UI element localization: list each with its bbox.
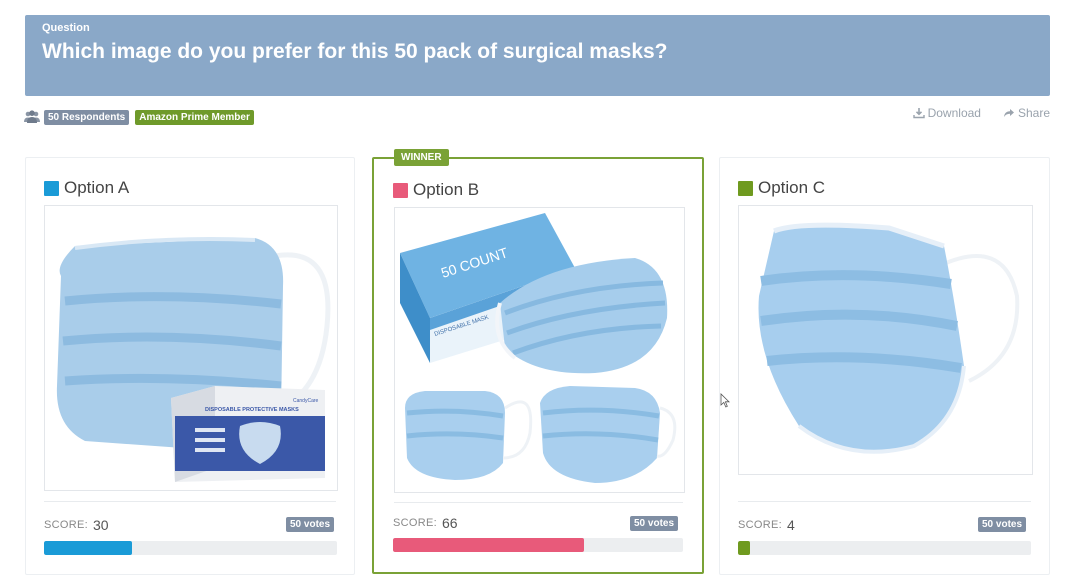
mask-image-c bbox=[739, 206, 1032, 474]
option-color-swatch bbox=[738, 180, 753, 196]
option-name: Option B bbox=[413, 180, 480, 199]
divider bbox=[44, 501, 336, 502]
score-row: SCORE: 66 bbox=[393, 515, 458, 531]
votes-badge: 50 votes bbox=[978, 517, 1027, 532]
score-bar bbox=[393, 538, 683, 552]
share-button[interactable]: Share bbox=[1003, 106, 1050, 120]
divider bbox=[394, 502, 683, 503]
mask-image-b: 50 COUNT DISPOSABLE MASK bbox=[395, 208, 684, 492]
votes-badge: 50 votes bbox=[630, 516, 679, 531]
download-label: Download bbox=[927, 106, 981, 120]
score-bar-fill bbox=[44, 541, 132, 555]
score-label: SCORE: bbox=[44, 519, 88, 531]
votes-badge: 50 votes bbox=[286, 517, 335, 532]
score-value: 30 bbox=[92, 517, 109, 533]
people-icon bbox=[24, 110, 40, 123]
option-title: Option B bbox=[393, 180, 479, 200]
respondents-badge: 50 Respondents bbox=[44, 109, 130, 125]
option-image[interactable]: DISPOSABLE PROTECTIVE MASKS CandyCare bbox=[44, 205, 338, 491]
score-bar bbox=[44, 541, 337, 555]
option-color-swatch bbox=[393, 182, 408, 198]
share-icon bbox=[1003, 109, 1014, 117]
score-row: SCORE: 4 bbox=[738, 517, 795, 533]
score-value: 4 bbox=[786, 517, 795, 533]
mask-image-a: DISPOSABLE PROTECTIVE MASKS CandyCare bbox=[45, 206, 337, 490]
score-row: SCORE: 30 bbox=[44, 517, 109, 533]
actions: Download Share bbox=[891, 106, 1050, 120]
option-card-c[interactable]: Option C SCORE: 4 50 votes bbox=[719, 157, 1050, 575]
share-label: Share bbox=[1017, 106, 1050, 120]
option-name: Option A bbox=[64, 178, 130, 197]
score-bar-fill bbox=[393, 538, 585, 552]
box-brand-text: CandyCare bbox=[293, 398, 319, 404]
winner-tag: WINNER bbox=[394, 149, 449, 166]
audience-badge: Amazon Prime Member bbox=[135, 109, 254, 125]
question-label: Question bbox=[42, 22, 90, 34]
option-card-a[interactable]: Option A DISPOSABLE PROTECTIVE MASKS Can… bbox=[25, 157, 355, 575]
option-color-swatch bbox=[44, 180, 59, 196]
option-image[interactable]: 50 COUNT DISPOSABLE MASK bbox=[394, 207, 685, 493]
question-banner: Question Which image do you prefer for t… bbox=[25, 15, 1050, 96]
meta-row: 50 Respondents Amazon Prime Member bbox=[24, 108, 260, 126]
option-image[interactable] bbox=[738, 205, 1033, 475]
option-card-b[interactable]: WINNER Option B 50 COUNT DISPOSABLE MASK bbox=[372, 149, 704, 574]
divider bbox=[738, 501, 1031, 502]
score-label: SCORE: bbox=[393, 517, 437, 529]
option-title: Option C bbox=[738, 178, 825, 198]
question-text: Which image do you prefer for this 50 pa… bbox=[42, 40, 668, 63]
mouse-cursor-icon bbox=[720, 393, 730, 408]
download-button[interactable]: Download bbox=[912, 106, 981, 120]
download-icon bbox=[912, 108, 925, 119]
score-label: SCORE: bbox=[738, 519, 782, 531]
option-name: Option C bbox=[758, 178, 826, 197]
score-value: 66 bbox=[441, 515, 458, 531]
score-bar-fill bbox=[738, 541, 750, 555]
option-title: Option A bbox=[44, 178, 129, 198]
score-bar bbox=[738, 541, 1031, 555]
box-title-text: DISPOSABLE PROTECTIVE MASKS bbox=[205, 407, 299, 413]
